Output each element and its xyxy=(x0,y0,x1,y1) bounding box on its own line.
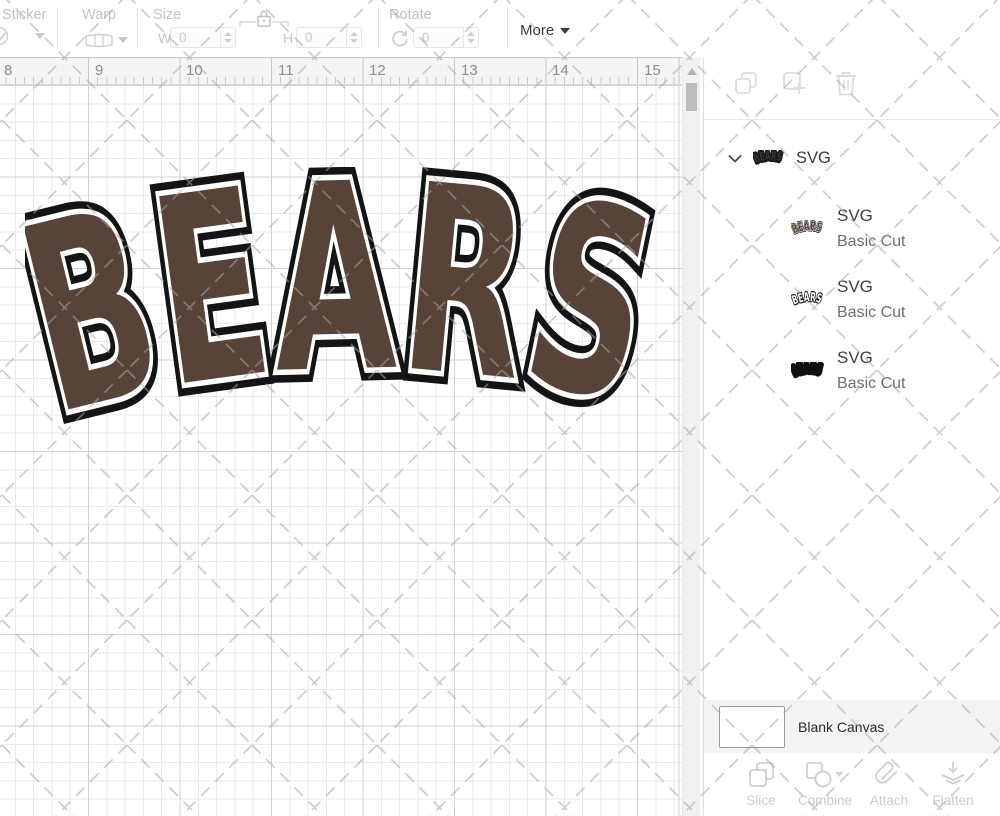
ruler-number: 10 xyxy=(186,62,203,79)
height-label: H xyxy=(283,30,294,46)
combine-label: Combine xyxy=(797,793,853,808)
sticker-section-label: Sticker xyxy=(2,7,47,23)
width-input[interactable] xyxy=(170,27,220,48)
bears-logo[interactable]: BEARS BEARS BEARS xyxy=(25,167,670,457)
slice-icon xyxy=(748,762,774,787)
toolbar-divider xyxy=(378,8,379,48)
more-label: More xyxy=(520,22,555,39)
canvas-grid[interactable]: BEARS BEARS BEARS xyxy=(0,85,682,816)
svg-text:BEARS: BEARS xyxy=(753,150,784,166)
stepper-down-icon[interactable] xyxy=(224,39,232,43)
layer-thumbnail-outline: BEARS BEARS xyxy=(791,291,825,308)
stepper-down-icon[interactable] xyxy=(350,39,358,43)
layer-thumbnail-brown: BEARS BEARS BEARS xyxy=(791,220,825,237)
width-stepper[interactable] xyxy=(220,27,236,48)
slice-button[interactable]: Slice xyxy=(730,761,792,816)
sticker-icon[interactable] xyxy=(0,26,15,46)
size-section-label: Size xyxy=(153,7,182,23)
size-lock-icon[interactable] xyxy=(237,8,291,28)
ruler-number: 12 xyxy=(369,62,386,79)
toolbar-divider xyxy=(57,8,58,48)
scrollbar-thumb[interactable] xyxy=(686,83,697,111)
layer-row-brown[interactable]: BEARS BEARS BEARS SVG Basic Cut xyxy=(704,193,1000,263)
panel-divider xyxy=(704,119,1000,120)
ruler-number: 15 xyxy=(644,62,661,79)
blank-canvas-row[interactable]: Blank Canvas xyxy=(704,700,1000,753)
attach-icon xyxy=(875,761,897,784)
layer-subtitle: Basic Cut xyxy=(837,374,906,392)
warp-dropdown-caret[interactable] xyxy=(118,37,128,43)
more-button[interactable]: More xyxy=(520,22,571,39)
ruler-number: 14 xyxy=(552,62,569,79)
layer-thumbnail-solid: BEARS xyxy=(791,362,825,379)
height-input[interactable] xyxy=(296,27,346,48)
rotate-section-label: Rotate xyxy=(389,7,432,23)
stepper-up-icon[interactable] xyxy=(467,32,475,36)
stepper-up-icon[interactable] xyxy=(224,32,232,36)
combine-icon xyxy=(806,762,843,788)
ruler-number: 9 xyxy=(95,62,104,79)
ruler-number: 11 xyxy=(278,62,294,79)
layer-group-title: SVG xyxy=(796,148,831,167)
toolbar-divider xyxy=(137,8,138,48)
layer-title: SVG xyxy=(837,276,873,296)
height-field-group xyxy=(296,27,362,48)
rotate-field-group xyxy=(413,27,479,48)
svg-text:BEARS: BEARS xyxy=(791,362,823,378)
blank-canvas-label: Blank Canvas xyxy=(798,718,885,735)
ruler-number: 13 xyxy=(461,62,478,79)
layer-title: SVG xyxy=(837,347,873,367)
bottom-toolbar: Slice Combine Attach Flatten xyxy=(704,753,1000,816)
logo-fill-text: BEARS xyxy=(25,167,670,457)
chevron-down-icon[interactable] xyxy=(728,154,742,163)
top-toolbar: Sticker Warp Size W H Rotate More xyxy=(0,0,1000,57)
toolbar-divider xyxy=(507,8,508,48)
stepper-down-icon[interactable] xyxy=(467,39,475,43)
rotate-stepper[interactable] xyxy=(463,27,479,48)
rotate-icon[interactable] xyxy=(390,29,410,49)
duplicate-layer-icon[interactable] xyxy=(734,71,758,95)
stepper-up-icon[interactable] xyxy=(350,32,358,36)
scroll-up-arrow-icon[interactable] xyxy=(687,68,697,75)
sticker-dropdown-caret[interactable] xyxy=(35,33,45,39)
flatten-label: Flatten xyxy=(932,793,974,808)
blank-canvas-thumbnail[interactable] xyxy=(719,705,785,748)
horizontal-ruler: 8 9 10 11 12 13 14 15 xyxy=(0,57,682,85)
width-field-group xyxy=(170,27,236,48)
combine-button[interactable]: Combine xyxy=(794,761,856,816)
design-canvas[interactable]: 8 9 10 11 12 13 14 15 BEARS BEARS BEARS xyxy=(0,57,703,816)
layer-subtitle: Basic Cut xyxy=(837,303,906,321)
layers-panel: Layers Color Sync BEARS BEARS xyxy=(703,0,1000,816)
layer-subtitle: Basic Cut xyxy=(837,232,906,250)
layer-row-solid[interactable]: BEARS SVG Basic Cut xyxy=(704,335,1000,405)
height-stepper[interactable] xyxy=(346,27,362,48)
attach-button[interactable]: Attach xyxy=(858,761,920,816)
layer-group-row[interactable]: BEARS BEARS SVG xyxy=(704,140,1000,176)
delete-layer-icon[interactable] xyxy=(835,71,857,96)
add-layer-icon[interactable] xyxy=(782,71,806,95)
ruler-number: 8 xyxy=(4,62,13,79)
rotate-input[interactable] xyxy=(413,27,463,48)
svg-text:BEARS: BEARS xyxy=(791,220,823,236)
layer-actions-row xyxy=(704,57,1000,119)
svg-text:BEARS: BEARS xyxy=(791,291,823,307)
warp-section-label: Warp xyxy=(82,7,117,23)
layer-row-outline[interactable]: BEARS BEARS SVG Basic Cut xyxy=(704,264,1000,334)
slice-label: Slice xyxy=(746,793,776,808)
attach-label: Attach xyxy=(869,793,909,808)
layer-title: SVG xyxy=(837,205,873,225)
canvas-vertical-scrollbar[interactable] xyxy=(682,57,700,816)
flatten-icon xyxy=(941,762,965,785)
flatten-button[interactable]: Flatten xyxy=(922,761,984,816)
warp-icon[interactable] xyxy=(84,32,114,49)
chevron-down-icon xyxy=(560,27,571,34)
group-thumbnail: BEARS BEARS xyxy=(753,150,785,166)
